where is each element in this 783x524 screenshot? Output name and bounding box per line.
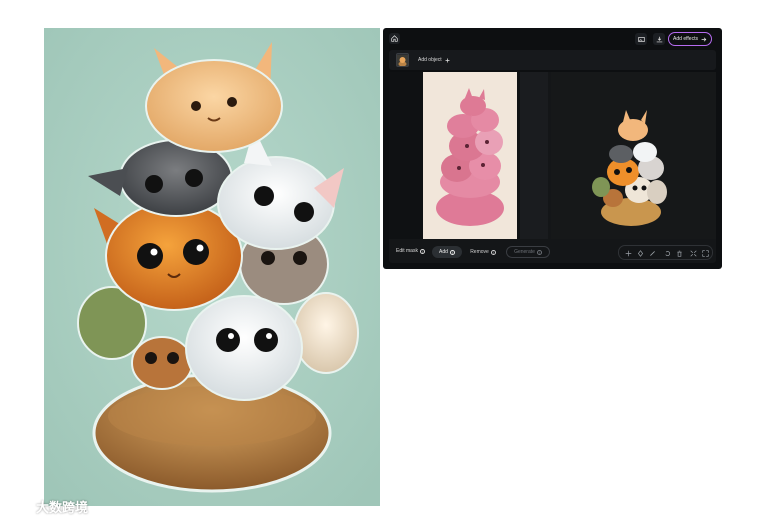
move-tool-button[interactable] xyxy=(624,249,632,257)
editor-window: Add effects Add object Edit mask i Add i… xyxy=(383,28,722,269)
arrow-right-icon xyxy=(701,36,707,42)
image-button[interactable] xyxy=(635,33,647,45)
brush-tool-button[interactable] xyxy=(648,249,656,257)
add-object-button[interactable]: Add object xyxy=(418,55,450,65)
remove-mask-button[interactable]: Remove i xyxy=(468,246,498,258)
image-icon xyxy=(637,36,645,42)
download-icon xyxy=(656,36,662,42)
top-toolbar: Add effects xyxy=(383,28,722,48)
plus-icon xyxy=(445,58,450,62)
pink-creature-image xyxy=(423,72,517,239)
object-bar: Add object xyxy=(389,50,716,70)
generate-label: Generate xyxy=(514,249,535,255)
edit-mask-label-group: Edit mask i xyxy=(396,248,425,254)
canvas-side-strip xyxy=(520,72,548,239)
add-effects-button[interactable]: Add effects xyxy=(668,32,712,46)
result-panel xyxy=(551,72,716,239)
cutout-creature-image xyxy=(592,110,667,226)
mask-toolbar: Edit mask i Add i Remove i Generate i xyxy=(389,243,716,263)
generate-button[interactable]: Generate i xyxy=(506,246,550,258)
move-icon xyxy=(625,250,631,256)
home-icon xyxy=(391,35,398,42)
edit-mask-label: Edit mask xyxy=(396,248,418,254)
watermark-text: 大数跨境 xyxy=(36,500,89,515)
home-button[interactable] xyxy=(389,33,400,44)
add-mask-label: Add xyxy=(439,249,448,255)
remove-mask-label: Remove xyxy=(470,249,489,255)
info-icon: i xyxy=(490,249,496,255)
fit-button[interactable] xyxy=(689,249,697,257)
source-artwork xyxy=(44,28,380,506)
undo-icon xyxy=(664,250,670,256)
info-icon: i xyxy=(536,249,542,255)
delete-icon xyxy=(676,250,682,257)
delete-button[interactable] xyxy=(675,249,683,257)
object-thumbnail[interactable] xyxy=(396,53,409,67)
add-mask-button[interactable]: Add i xyxy=(432,246,462,258)
fit-icon xyxy=(689,249,697,257)
add-effects-label: Add effects xyxy=(673,36,698,42)
info-icon: i xyxy=(449,249,455,255)
watermark: 大数跨境 xyxy=(10,497,88,516)
creature-stack-illustration xyxy=(44,28,380,506)
add-object-label: Add object xyxy=(418,57,442,63)
fullscreen-icon xyxy=(701,249,709,257)
pink-preview-image[interactable] xyxy=(423,72,517,239)
mask-tool-button[interactable] xyxy=(636,249,644,257)
editor-canvas: Edit mask i Add i Remove i Generate i xyxy=(389,72,716,263)
brand-logo-icon xyxy=(10,500,32,513)
undo-button[interactable] xyxy=(663,249,671,257)
brush-icon xyxy=(649,250,655,256)
canvas-tool-group xyxy=(618,245,713,260)
info-icon: i xyxy=(419,248,425,254)
fullscreen-button[interactable] xyxy=(701,249,709,257)
download-button[interactable] xyxy=(653,33,665,45)
mask-icon xyxy=(637,249,643,257)
creature-thumbnail-image xyxy=(397,55,408,66)
